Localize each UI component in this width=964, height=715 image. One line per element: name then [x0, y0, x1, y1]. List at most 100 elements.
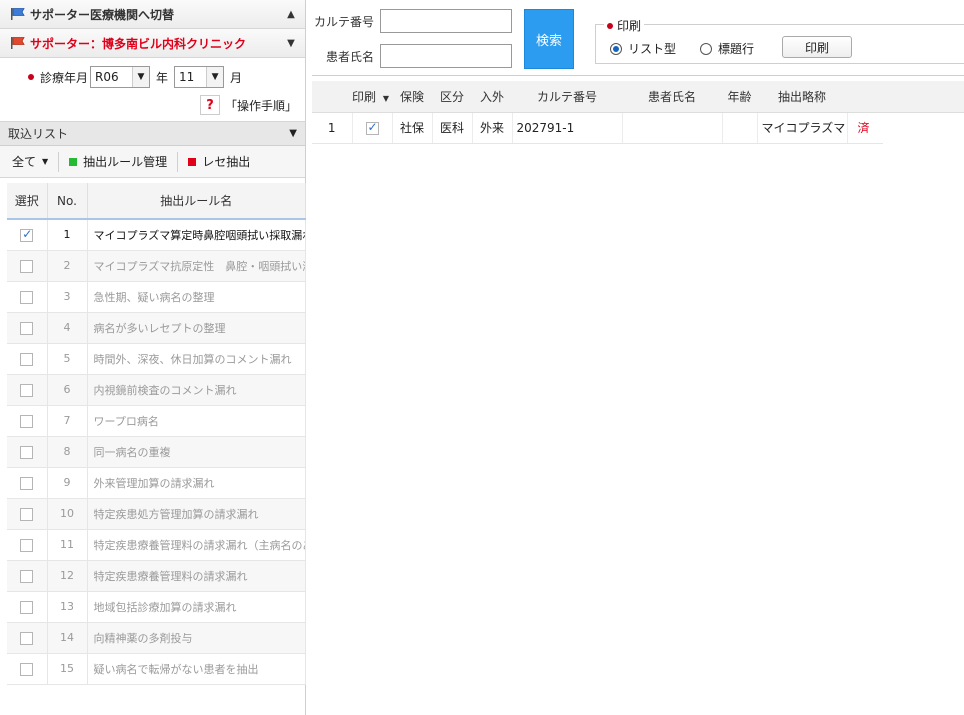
import-list-header[interactable]: 取込リスト ▼: [0, 122, 305, 146]
help-link[interactable]: ? 「操作手順」: [199, 95, 297, 115]
radio-list-label: リスト型: [628, 42, 677, 56]
table-row[interactable]: 1マイコプラズマ算定時鼻腔咽頭拭い採取漏れ: [7, 219, 306, 251]
chevron-down-icon[interactable]: ▼: [285, 38, 297, 49]
checkbox[interactable]: [20, 321, 34, 335]
table-row[interactable]: 1 社保医科外来202791-1 マイコプラズマ済: [312, 112, 964, 144]
abbr-cell: マイコプラズマ: [757, 112, 848, 144]
select-cell[interactable]: [7, 250, 48, 282]
checkbox[interactable]: [20, 414, 34, 428]
checkbox[interactable]: [20, 569, 34, 583]
manage-rules-label: 抽出ルール管理: [83, 155, 168, 169]
table-row[interactable]: 9 外来管理加算の請求漏れ: [7, 467, 306, 499]
table-row[interactable]: 2 マイコプラズマ抗原定性 鼻腔・咽頭拭い液: [7, 250, 306, 282]
month-suffix: 月: [230, 70, 243, 85]
karte-cell: 202791-1: [512, 112, 623, 144]
checkbox[interactable]: [20, 631, 34, 645]
table-row[interactable]: 13 地域包括診療加算の請求漏れ: [7, 591, 306, 623]
table-row[interactable]: 6 内視鏡前検査のコメント漏れ: [7, 374, 306, 406]
select-cell[interactable]: [7, 281, 48, 313]
help-label[interactable]: 「操作手順」: [225, 97, 297, 114]
karte-input[interactable]: [380, 9, 512, 33]
radio-list-type[interactable]: リスト型: [610, 40, 676, 57]
chevron-up-icon[interactable]: ▲: [285, 9, 297, 20]
select-cell[interactable]: [7, 343, 48, 375]
all-dropdown[interactable]: 全て ▼: [6, 146, 58, 178]
year-suffix: 年: [156, 70, 169, 85]
select-cell[interactable]: [7, 560, 48, 592]
rule-no: 2: [47, 250, 88, 282]
patient-input[interactable]: [380, 44, 512, 68]
rule-name: 内視鏡前検査のコメント漏れ: [87, 374, 306, 406]
table-row[interactable]: 4 病名が多いレセプトの整理: [7, 312, 306, 344]
table-row[interactable]: 3 急性期、疑い病名の整理: [7, 281, 306, 313]
select-cell[interactable]: [7, 374, 48, 406]
radio-title-label: 標題行: [718, 42, 755, 56]
question-icon[interactable]: ?: [199, 95, 220, 115]
checkbox[interactable]: [20, 507, 34, 521]
table-row[interactable]: 7 ワープロ病名: [7, 405, 306, 437]
rule-name: 疑い病名で転帰がない患者を抽出: [87, 653, 306, 685]
table-row[interactable]: 8 同一病名の重複: [7, 436, 306, 468]
rule-name: 時間外、深夜、休日加算のコメント漏れ: [87, 343, 306, 375]
print-button[interactable]: 印刷: [782, 36, 852, 58]
select-cell[interactable]: [7, 622, 48, 654]
radio-unselected-icon[interactable]: [700, 42, 712, 55]
select-cell[interactable]: [7, 405, 48, 437]
month-select[interactable]: 11 ▼: [174, 66, 225, 88]
supporter-header[interactable]: サポーター：博多南ビル内科クリニック ▼: [0, 29, 305, 58]
rule-name: 同一病名の重複: [87, 436, 306, 468]
rule-no: 3: [47, 281, 88, 313]
caret-down-icon: ▼: [42, 157, 49, 166]
rule-no: 9: [47, 467, 88, 499]
col-print[interactable]: 印刷 ▼: [352, 81, 392, 113]
chevron-down-icon[interactable]: ▼: [289, 128, 297, 139]
print-cell[interactable]: [352, 112, 393, 144]
checkbox[interactable]: [20, 445, 34, 459]
era-select[interactable]: R06 ▼: [90, 66, 151, 88]
checkbox[interactable]: [20, 538, 34, 552]
col-no: No.: [47, 183, 88, 220]
table-row[interactable]: 14 向精神薬の多剤投与: [7, 622, 306, 654]
category-cell: 医科: [432, 112, 473, 144]
select-cell[interactable]: [7, 591, 48, 623]
switch-supporter-header[interactable]: サポーター医療機関へ切替 ▲: [0, 0, 305, 29]
checkbox[interactable]: [20, 600, 34, 614]
checkbox[interactable]: [20, 662, 34, 676]
table-row[interactable]: 5 時間外、深夜、休日加算のコメント漏れ: [7, 343, 306, 375]
select-cell[interactable]: [7, 467, 48, 499]
checkbox[interactable]: [20, 227, 34, 242]
checkbox[interactable]: [20, 352, 34, 366]
select-cell[interactable]: [7, 312, 48, 344]
select-cell[interactable]: [7, 653, 48, 685]
checkbox[interactable]: [20, 259, 34, 273]
row-no: 1: [312, 112, 353, 144]
filler-cell: [883, 112, 964, 143]
table-row[interactable]: 10 特定疾患処方管理加算の請求漏れ: [7, 498, 306, 530]
results-table: 印刷 ▼ 保険 区分 入外 カルテ番号 患者氏名 年齢 抽出略称 1 社保医科外来…: [312, 81, 964, 144]
checkbox[interactable]: [20, 290, 34, 304]
col-insurance: 保険: [392, 81, 432, 113]
select-cell[interactable]: [7, 498, 48, 530]
checkbox[interactable]: [20, 476, 34, 490]
rule-name: 外来管理加算の請求漏れ: [87, 467, 306, 499]
required-dot-icon: [607, 22, 613, 29]
patient-name-cell: [622, 112, 723, 144]
table-row[interactable]: 12 特定疾患療養管理料の請求漏れ: [7, 560, 306, 592]
month-select-value: 11: [179, 70, 195, 84]
rule-no: 1: [47, 219, 88, 251]
select-cell[interactable]: [7, 529, 48, 561]
extract-button[interactable]: レセ抽出: [178, 146, 260, 178]
col-karte: カルテ番号: [512, 81, 622, 113]
table-row[interactable]: 15 疑い病名で転帰がない患者を抽出: [7, 653, 306, 685]
table-row[interactable]: 11 特定疾患療養管理料の請求漏れ（主病名のあ: [7, 529, 306, 561]
checkbox[interactable]: [365, 120, 379, 135]
supporter-label: サポーター：博多南ビル内科クリニック: [30, 36, 247, 51]
select-cell[interactable]: [7, 436, 48, 468]
select-cell[interactable]: [7, 219, 48, 251]
search-button[interactable]: 検索: [524, 9, 574, 69]
checkbox[interactable]: [20, 383, 34, 397]
radio-title-row[interactable]: 標題行: [700, 40, 754, 57]
rule-no: 7: [47, 405, 88, 437]
manage-rules-button[interactable]: 抽出ルール管理: [59, 146, 177, 178]
radio-selected-icon[interactable]: [610, 42, 622, 55]
